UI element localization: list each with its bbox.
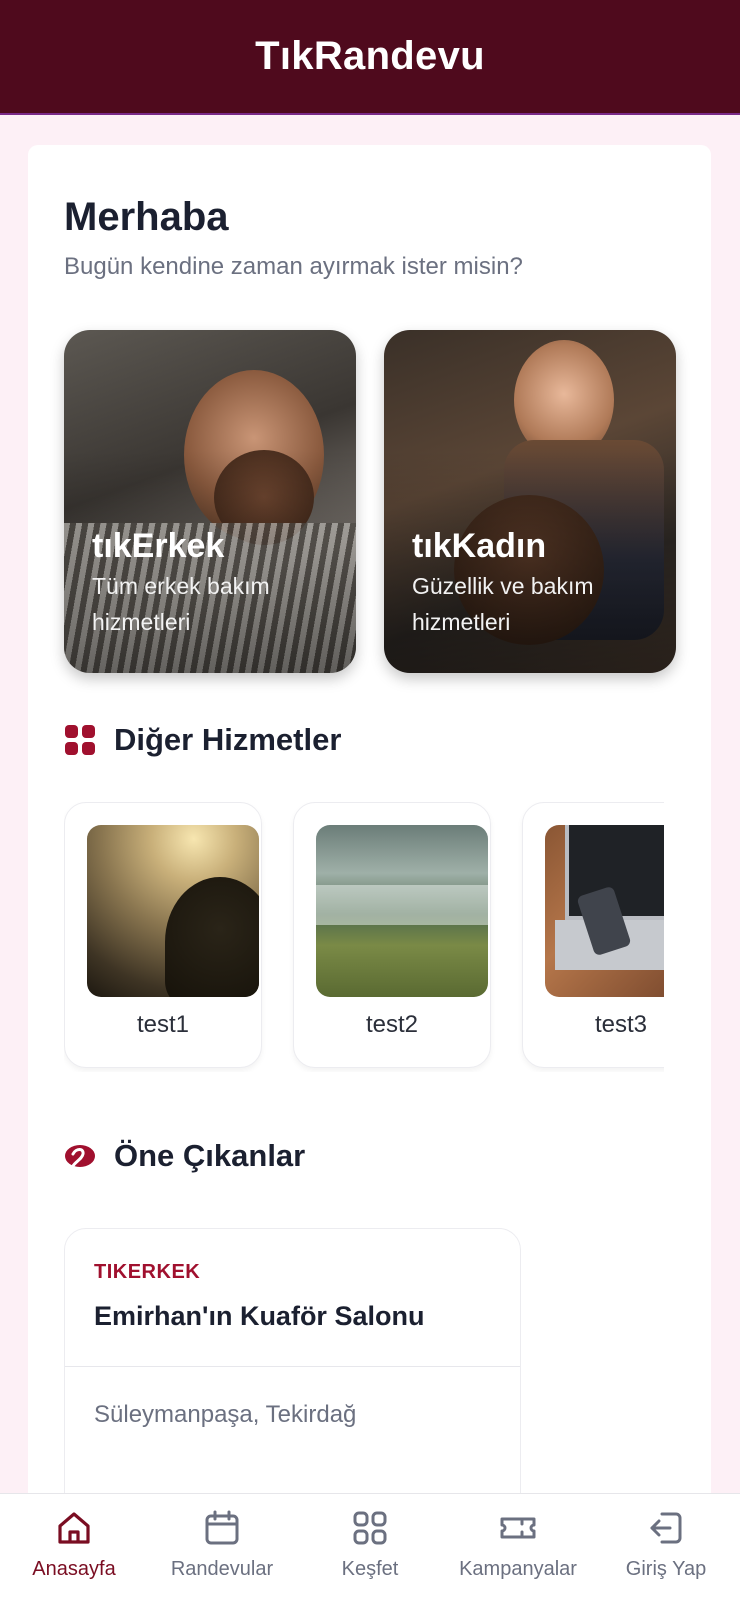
- nav-campaigns[interactable]: Kampanyalar: [444, 1494, 592, 1600]
- divider: [65, 1366, 520, 1367]
- service-thumbnail: [87, 825, 259, 997]
- service-name: test3: [594, 1011, 648, 1038]
- bottom-nav: Anasayfa Randevular Keşfet Kampanyalar G…: [0, 1493, 740, 1600]
- service-thumbnail: [316, 825, 488, 997]
- category-card-women[interactable]: tıkKadın Güzellik ve bakım hizmetleri: [384, 330, 676, 673]
- category-title: tıkErkek: [92, 527, 225, 565]
- login-icon: [650, 1512, 682, 1544]
- service-name: test2: [365, 1011, 419, 1038]
- services-carousel[interactable]: test1 test2 test3: [64, 802, 664, 1072]
- category-card-men[interactable]: tıkErkek Tüm erkek bakım hizmetleri: [64, 330, 356, 673]
- nav-appointments[interactable]: Randevular: [148, 1494, 296, 1600]
- service-thumbnail: [545, 825, 664, 997]
- nav-label: Keşfet: [341, 1558, 399, 1580]
- nav-home[interactable]: Anasayfa: [0, 1494, 148, 1600]
- featured-heading: Öne Çıkanlar: [64, 1138, 305, 1174]
- category-description: Tüm erkek bakım hizmetleri: [92, 573, 270, 635]
- app-root: TıkRandevu Merhaba Bugün kendine zaman a…: [0, 0, 740, 1600]
- service-card[interactable]: test1: [64, 802, 262, 1068]
- category-title: tıkKadın: [412, 527, 547, 565]
- nav-label: Anasayfa: [32, 1558, 116, 1580]
- salon-name: Emirhan'ın Kuaför Salonu: [94, 1301, 425, 1331]
- nav-label: Kampanyalar: [459, 1558, 577, 1580]
- other-services-heading: Diğer Hizmetler: [64, 722, 341, 758]
- nav-explore[interactable]: Keşfet: [296, 1494, 444, 1600]
- main-card: Merhaba Bugün kendine zaman ayırmak iste…: [28, 145, 711, 1600]
- brand-logo-icon: [65, 1145, 95, 1168]
- service-name: test1: [136, 1011, 190, 1038]
- service-card[interactable]: test2: [293, 802, 491, 1068]
- service-card[interactable]: test3: [522, 802, 664, 1068]
- tree-silhouette: [165, 877, 259, 997]
- calendar-icon: [205, 1510, 239, 1545]
- salon-location: Süleymanpaşa, Tekirdağ: [94, 1401, 357, 1428]
- greeting-title: Merhaba: [64, 195, 229, 239]
- nav-label: Giriş Yap: [625, 1558, 707, 1580]
- ticket-icon: [500, 1517, 536, 1539]
- app-header: TıkRandevu: [0, 0, 740, 115]
- grid-icon: [353, 1511, 387, 1545]
- section-title: Öne Çıkanlar: [114, 1138, 306, 1173]
- greeting-subtitle: Bugün kendine zaman ayırmak ister misin?: [64, 253, 523, 280]
- salon-category: TIKERKEK: [94, 1261, 201, 1283]
- grid-icon: [65, 725, 95, 755]
- section-title: Diğer Hizmetler: [114, 722, 342, 757]
- nav-login[interactable]: Giriş Yap: [592, 1494, 740, 1600]
- mist-layer: [316, 885, 488, 925]
- category-description: Güzellik ve bakım hizmetleri: [412, 573, 594, 635]
- home-icon: [58, 1512, 90, 1544]
- app-title: TıkRandevu: [255, 34, 485, 78]
- nav-label: Randevular: [170, 1558, 274, 1580]
